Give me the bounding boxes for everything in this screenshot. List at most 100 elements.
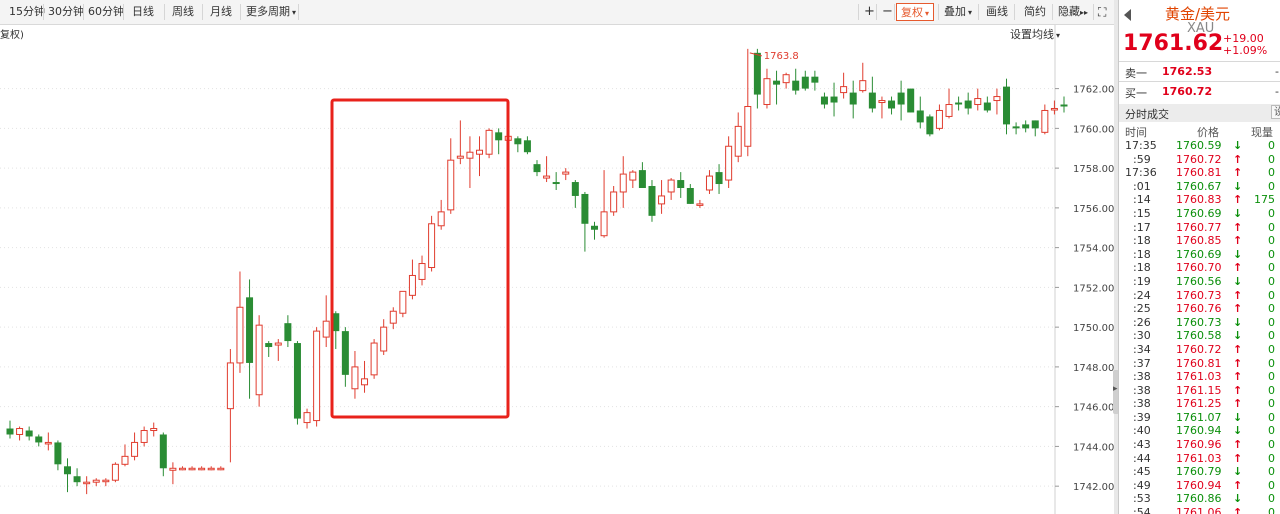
candle-body-down [820, 96, 828, 105]
candle-body-up [322, 320, 330, 338]
trade-row: :38 1761.25 ↑ 0 [1119, 397, 1280, 411]
toolbar-divider [894, 4, 895, 20]
arrow-up-icon: ↑ [1233, 397, 1243, 411]
trade-row: :18 1760.85 ↑ 0 [1119, 234, 1280, 248]
trades-settings-button[interactable]: 设 [1271, 105, 1280, 119]
trade-volume: 0 [1268, 492, 1275, 506]
trade-time: :59 [1133, 152, 1151, 166]
candle-body-up [1050, 107, 1058, 111]
trade-price: 1760.73 [1176, 288, 1222, 302]
candle-body-down [983, 102, 991, 111]
arrow-down-icon: ↓ [1233, 247, 1243, 261]
buy-volume: - [1275, 85, 1279, 98]
candle-body-up [111, 463, 119, 481]
tab-daily[interactable]: 日线 [128, 3, 158, 21]
trade-price: 1761.03 [1176, 451, 1222, 465]
chevron-down-icon: ▾ [968, 8, 973, 17]
trade-volume: 0 [1268, 342, 1275, 356]
tab-monthly[interactable]: 月线 [206, 3, 236, 21]
candle-body-down [648, 186, 656, 216]
candle-body-down [284, 323, 292, 342]
chevron-down-icon: ▾ [292, 8, 297, 17]
trade-time: :19 [1133, 274, 1151, 288]
trade-price: 1760.69 [1176, 206, 1222, 220]
trade-row: 17:36 1760.81 ↑ 0 [1119, 166, 1280, 180]
candle-body-up [236, 306, 244, 364]
restore-rights-dropdown[interactable]: 复权 ▾ [896, 3, 935, 21]
candle-body-up [274, 342, 282, 346]
trades-list[interactable]: 17:35 1760.59 ↓ 0:59 1760.72 ↑ 0 17:36 1760.81 ↑ 0… [1119, 139, 1280, 514]
candle-body-down [523, 140, 531, 153]
candlestick-chart-area[interactable]: 1762.00 1760.00 1758.00 1756.00 1754.00 1752.… [0, 25, 1114, 514]
y-tick-label: 1746.00 [1073, 403, 1114, 414]
trade-row: :25 1760.76 ↑ 0 [1119, 302, 1280, 316]
simple-mode-button[interactable]: 简约 [1020, 3, 1050, 21]
tab-weekly[interactable]: 周线 [168, 3, 198, 21]
trade-volume: 0 [1268, 274, 1275, 288]
candle-body-up [313, 330, 321, 422]
candle-body-up [418, 263, 426, 280]
tab-30min[interactable]: 30分钟 [44, 3, 88, 21]
y-tick-label: 1744.00 [1073, 442, 1114, 453]
candle-body-up [543, 175, 551, 179]
trade-row: :18 1760.69 ↓ 0 [1119, 248, 1280, 262]
trade-row: :59 1760.72 ↑ 0 [1119, 153, 1280, 167]
arrow-up-icon: ↑ [1233, 383, 1243, 397]
candle-body-up [466, 151, 474, 159]
toolbar-divider [938, 4, 939, 20]
trade-volume: 0 [1268, 139, 1275, 152]
arrow-up-icon: ↑ [1233, 342, 1243, 356]
trade-row: :17 1760.77 ↑ 0 [1119, 221, 1280, 235]
candle-body-up [188, 467, 196, 471]
back-arrow-icon[interactable] [1124, 9, 1131, 21]
y-tick-label: 1758.00 [1073, 164, 1114, 175]
candle-body-down [830, 96, 838, 103]
candle-body-down [552, 182, 560, 185]
trade-price: 1761.07 [1176, 410, 1222, 424]
overlay-dropdown[interactable]: 叠加 ▾ [940, 3, 976, 21]
candle-body-up [437, 211, 445, 227]
buy-price: 1760.72 [1162, 85, 1213, 98]
candle-body-down [571, 182, 579, 196]
candle-body-down [533, 164, 541, 173]
restore-rights-label: 复权 [901, 6, 923, 19]
candlestick-chart[interactable]: 1762.00 1760.00 1758.00 1756.00 1754.00 1752.… [0, 25, 1114, 514]
candle-body-down [246, 297, 254, 363]
trade-price: 1760.67 [1176, 179, 1222, 193]
trade-price: 1760.69 [1176, 247, 1222, 261]
candle-body-down [495, 132, 503, 141]
trade-time: :53 [1133, 492, 1151, 506]
candle-body-up [945, 104, 953, 117]
candle-body-down [63, 466, 71, 475]
candle-body-up [859, 80, 867, 92]
candle-body-up [44, 441, 52, 445]
fullscreen-icon[interactable]: ⛶ [1094, 3, 1110, 21]
more-periods-dropdown[interactable]: 更多周期 ▾ [242, 3, 300, 21]
candle-body-down [341, 331, 349, 375]
hide-label: 隐藏 [1058, 5, 1080, 18]
candle-body-down [811, 76, 819, 83]
trade-volume: 0 [1268, 410, 1275, 424]
candle-body-down [1031, 120, 1039, 129]
candle-body-up [744, 106, 752, 147]
y-tick-label: 1762.00 [1073, 85, 1114, 96]
trade-price: 1760.72 [1176, 342, 1222, 356]
tab-60min[interactable]: 60分钟 [84, 3, 128, 21]
trade-price: 1760.79 [1176, 465, 1222, 479]
candle-body-up [121, 455, 129, 465]
candle-body-up [150, 428, 158, 432]
hide-button[interactable]: 隐藏▸▸ [1054, 3, 1092, 21]
chart-toolbar: 15分钟 30分钟 60分钟 日线 周线 月线 更多周期 ▾ + − 复权 ▾ 叠加… [0, 0, 1114, 25]
trade-price: 1760.77 [1176, 220, 1222, 234]
candle-body-down [849, 92, 857, 105]
ma-settings-label: 设置均线 [1010, 28, 1054, 41]
arrow-up-icon: ↑ [1233, 438, 1243, 452]
chevron-down-icon: ▾ [925, 9, 930, 18]
draw-line-button[interactable]: 画线 [982, 3, 1012, 21]
trade-time: :43 [1133, 438, 1151, 452]
toolbar-divider [858, 4, 859, 20]
trade-price: 1760.72 [1176, 152, 1222, 166]
ma-settings-dropdown[interactable]: 设置均线 ▾ [1010, 26, 1060, 42]
col-price-header: 价格 [1197, 126, 1219, 139]
change-percent: +1.09% [1223, 44, 1268, 57]
